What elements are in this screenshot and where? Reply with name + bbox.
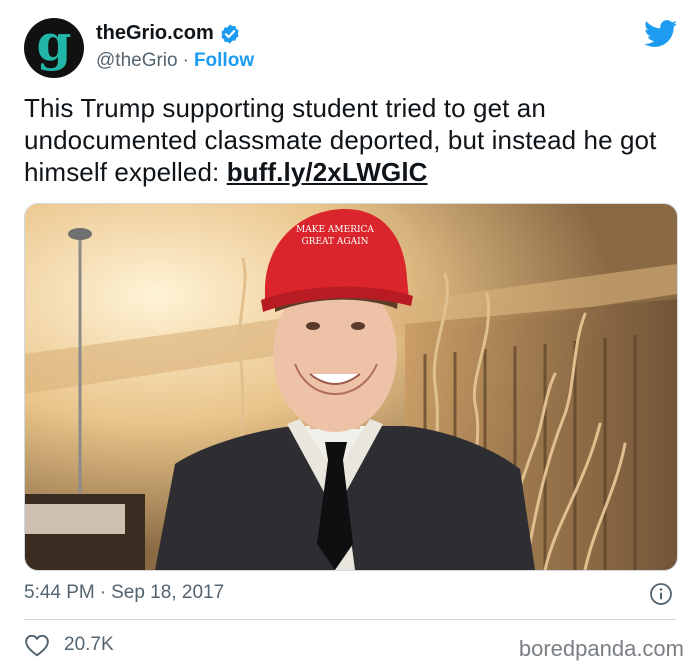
timestamp-separator: · xyxy=(99,582,107,603)
avatar[interactable]: g xyxy=(24,18,84,78)
timestamp[interactable]: 5:44 PM · Sep 18, 2017 xyxy=(24,582,224,604)
handle-row: @theGrio · Follow xyxy=(96,50,254,72)
tweet-date: Sep 18, 2017 xyxy=(111,582,225,603)
tweet-card: g theGrio.com @theGrio · Follow This Tru… xyxy=(0,0,700,672)
author-name-row: theGrio.com xyxy=(96,22,241,45)
cap-text-line1: MAKE AMERICA xyxy=(296,225,374,235)
tweet-photo[interactable]: MAKE AMERICA GREAT AGAIN xyxy=(24,203,678,571)
separator: · xyxy=(182,50,189,71)
tweet-time: 5:44 PM xyxy=(24,582,95,603)
handle[interactable]: @theGrio xyxy=(96,50,178,72)
follow-button[interactable]: Follow xyxy=(194,50,254,72)
tweet-text: This Trump supporting student tried to g… xyxy=(24,92,684,188)
like-count: 20.7K xyxy=(64,634,114,655)
verified-badge-icon xyxy=(221,23,239,44)
like-row[interactable]: 20.7K xyxy=(24,633,114,657)
twitter-bird-icon[interactable] xyxy=(644,20,678,48)
display-name[interactable]: theGrio.com xyxy=(96,22,214,45)
cap-text-line2: GREAT AGAIN xyxy=(301,237,368,247)
photo-illustration: MAKE AMERICA GREAT AGAIN xyxy=(25,204,677,570)
tweet-link[interactable]: buff.ly/2xLWGlC xyxy=(227,157,428,187)
info-icon[interactable] xyxy=(649,582,673,606)
divider xyxy=(24,619,676,620)
watermark: boredpanda.com xyxy=(518,636,684,661)
heart-icon[interactable] xyxy=(24,633,50,657)
avatar-letter: g xyxy=(36,13,72,72)
